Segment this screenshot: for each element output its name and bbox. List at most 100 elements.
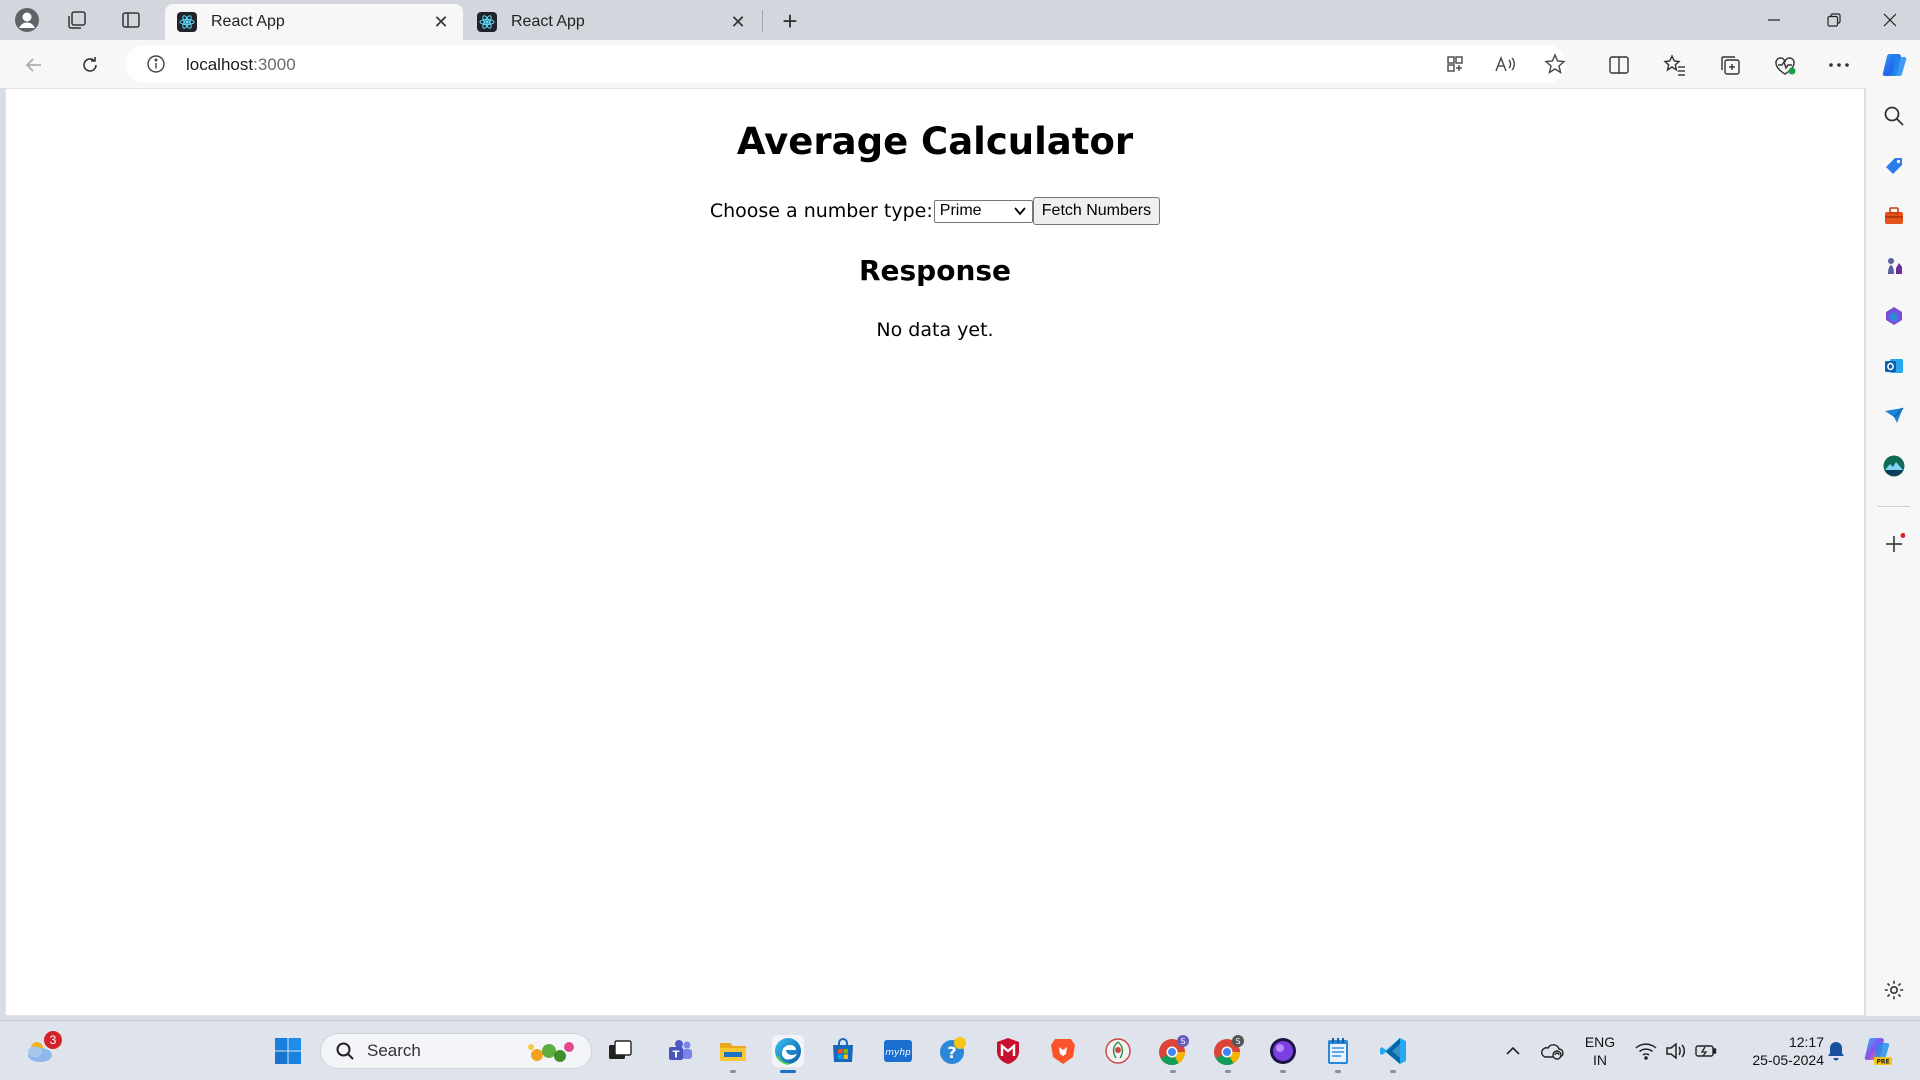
response-heading: Response	[858, 254, 1012, 287]
edge-sidebar	[1866, 88, 1920, 1016]
battery-charging-icon[interactable]	[1690, 1035, 1722, 1067]
tab-close-icon[interactable]: ✕	[728, 12, 748, 32]
microsoft-365-icon[interactable]	[1882, 304, 1906, 328]
browser-tab-bar: React App ✕ React App ✕ +	[0, 0, 1920, 40]
shopping-tag-icon[interactable]	[1882, 154, 1906, 178]
tab-separator	[762, 10, 763, 32]
outlook-icon[interactable]	[1882, 354, 1906, 378]
page-title: Average Calculator	[736, 120, 1134, 163]
active-indicator	[780, 1070, 796, 1073]
show-hidden-icons-chevron-up-icon[interactable]	[1497, 1035, 1529, 1067]
collections-icon[interactable]	[1718, 53, 1742, 77]
volume-icon[interactable]	[1660, 1035, 1692, 1067]
weather-badge: 3	[44, 1031, 62, 1049]
tab-react-app[interactable]: React App ✕	[465, 4, 760, 40]
input-language[interactable]: ENG IN	[1580, 1033, 1620, 1069]
split-screen-icon[interactable]	[1607, 53, 1631, 77]
running-indicator	[730, 1070, 736, 1073]
chrome-profile-2-icon[interactable]: S	[1212, 1035, 1244, 1073]
tools-toolbox-icon[interactable]	[1882, 204, 1906, 228]
games-chess-icon[interactable]	[1882, 254, 1906, 278]
running-indicator	[1390, 1070, 1396, 1073]
restore-icon[interactable]	[1806, 0, 1862, 40]
choose-label: Choose a number type:	[709, 200, 933, 222]
back-arrow-icon[interactable]	[18, 49, 50, 81]
favorite-star-icon[interactable]	[1544, 53, 1566, 75]
svg-text:S: S	[1180, 1037, 1185, 1046]
notification-bell-icon[interactable]	[1820, 1035, 1852, 1067]
drive-mountain-icon[interactable]	[1882, 454, 1906, 478]
address-bar[interactable]: localhost:3000	[126, 45, 1566, 83]
select-value: Prime	[939, 202, 982, 219]
react-favicon-icon	[177, 12, 197, 32]
edge-browser-icon[interactable]	[772, 1035, 804, 1073]
mcafee-icon[interactable]	[992, 1035, 1024, 1067]
copilot-preview-icon[interactable]: PRE	[1862, 1035, 1894, 1067]
refresh-icon[interactable]	[74, 49, 106, 81]
windows-taskbar: 3 Search T myhp ? S S ENG IN 12:17 25-05…	[0, 1020, 1920, 1080]
fetch-numbers-button[interactable]: Fetch Numbers	[1032, 197, 1161, 225]
add-plus-icon[interactable]	[1882, 532, 1906, 556]
running-indicator	[1335, 1070, 1341, 1073]
url-text: localhost:3000	[186, 55, 296, 74]
chevron-down-icon	[1014, 206, 1026, 215]
microsoft-store-icon[interactable]	[827, 1035, 859, 1067]
taskbar-search-box[interactable]: Search	[320, 1033, 592, 1069]
number-type-controls: Choose a number type: Prime Fetch Number…	[6, 197, 1864, 225]
send-paper-plane-icon[interactable]	[1882, 404, 1906, 428]
running-indicator	[1280, 1070, 1286, 1073]
site-info-icon[interactable]	[146, 54, 166, 74]
svg-text:S: S	[1235, 1037, 1240, 1046]
onedrive-sync-icon[interactable]	[1536, 1035, 1568, 1067]
brave-browser-icon[interactable]	[1047, 1035, 1079, 1067]
app-available-icon[interactable]	[1444, 53, 1466, 75]
myhp-icon[interactable]: myhp	[882, 1035, 914, 1067]
task-view-icon[interactable]	[604, 1035, 636, 1067]
settings-gear-icon[interactable]	[1882, 978, 1906, 1002]
minimize-icon[interactable]	[1746, 0, 1802, 40]
language-code: ENG	[1584, 1034, 1616, 1050]
teams-icon[interactable]: T	[664, 1035, 696, 1067]
tab-react-app-active[interactable]: React App ✕	[165, 4, 463, 40]
emblem-app-icon[interactable]	[1102, 1035, 1134, 1067]
purple-orb-app-icon[interactable]	[1267, 1035, 1299, 1073]
chrome-profile-1-icon[interactable]: S	[1157, 1035, 1189, 1073]
search-icon[interactable]	[1882, 104, 1906, 128]
sidebar-divider	[1878, 506, 1910, 507]
get-help-icon[interactable]: ?	[937, 1035, 969, 1067]
new-tab-plus-icon[interactable]: +	[775, 6, 805, 36]
svg-text:?: ?	[947, 1043, 956, 1062]
clock-date: 25-05-2024	[1752, 1052, 1824, 1068]
response-text: No data yet.	[876, 319, 994, 341]
browser-toolbar: localhost:3000	[0, 40, 1920, 88]
page-viewport: Average Calculator Choose a number type:…	[5, 88, 1865, 1016]
notepad-icon[interactable]	[1322, 1035, 1354, 1073]
number-type-select[interactable]: Prime	[933, 199, 1033, 223]
clock[interactable]: 12:17 25-05-2024	[1732, 1033, 1824, 1069]
vscode-icon[interactable]	[1377, 1035, 1409, 1073]
more-options-icon[interactable]	[1827, 53, 1851, 77]
react-favicon-icon	[477, 12, 497, 32]
workspaces-icon[interactable]	[62, 5, 92, 35]
close-window-icon[interactable]	[1862, 0, 1918, 40]
copilot-icon[interactable]	[1880, 50, 1910, 80]
tab-close-icon[interactable]: ✕	[431, 12, 451, 32]
favorites-icon[interactable]	[1663, 53, 1687, 77]
clock-time: 12:17	[1788, 1034, 1824, 1050]
read-aloud-icon[interactable]	[1494, 53, 1516, 75]
svg-text:PRE: PRE	[1876, 1059, 1889, 1066]
windows-start-icon[interactable]	[272, 1035, 304, 1067]
language-region: IN	[1593, 1052, 1607, 1068]
tab-title: React App	[511, 13, 585, 30]
svg-text:myhp: myhp	[885, 1048, 911, 1058]
browser-essentials-icon[interactable]	[1773, 53, 1797, 77]
search-highlight-icon	[528, 1042, 574, 1062]
weather-icon[interactable]: 3	[24, 1031, 62, 1067]
profile-icon[interactable]	[12, 5, 42, 35]
wifi-icon[interactable]	[1630, 1035, 1662, 1067]
tab-title: React App	[211, 13, 285, 30]
vertical-tabs-icon[interactable]	[116, 5, 146, 35]
search-placeholder: Search	[367, 1041, 421, 1060]
search-icon	[336, 1042, 354, 1060]
file-explorer-icon[interactable]	[717, 1035, 749, 1073]
